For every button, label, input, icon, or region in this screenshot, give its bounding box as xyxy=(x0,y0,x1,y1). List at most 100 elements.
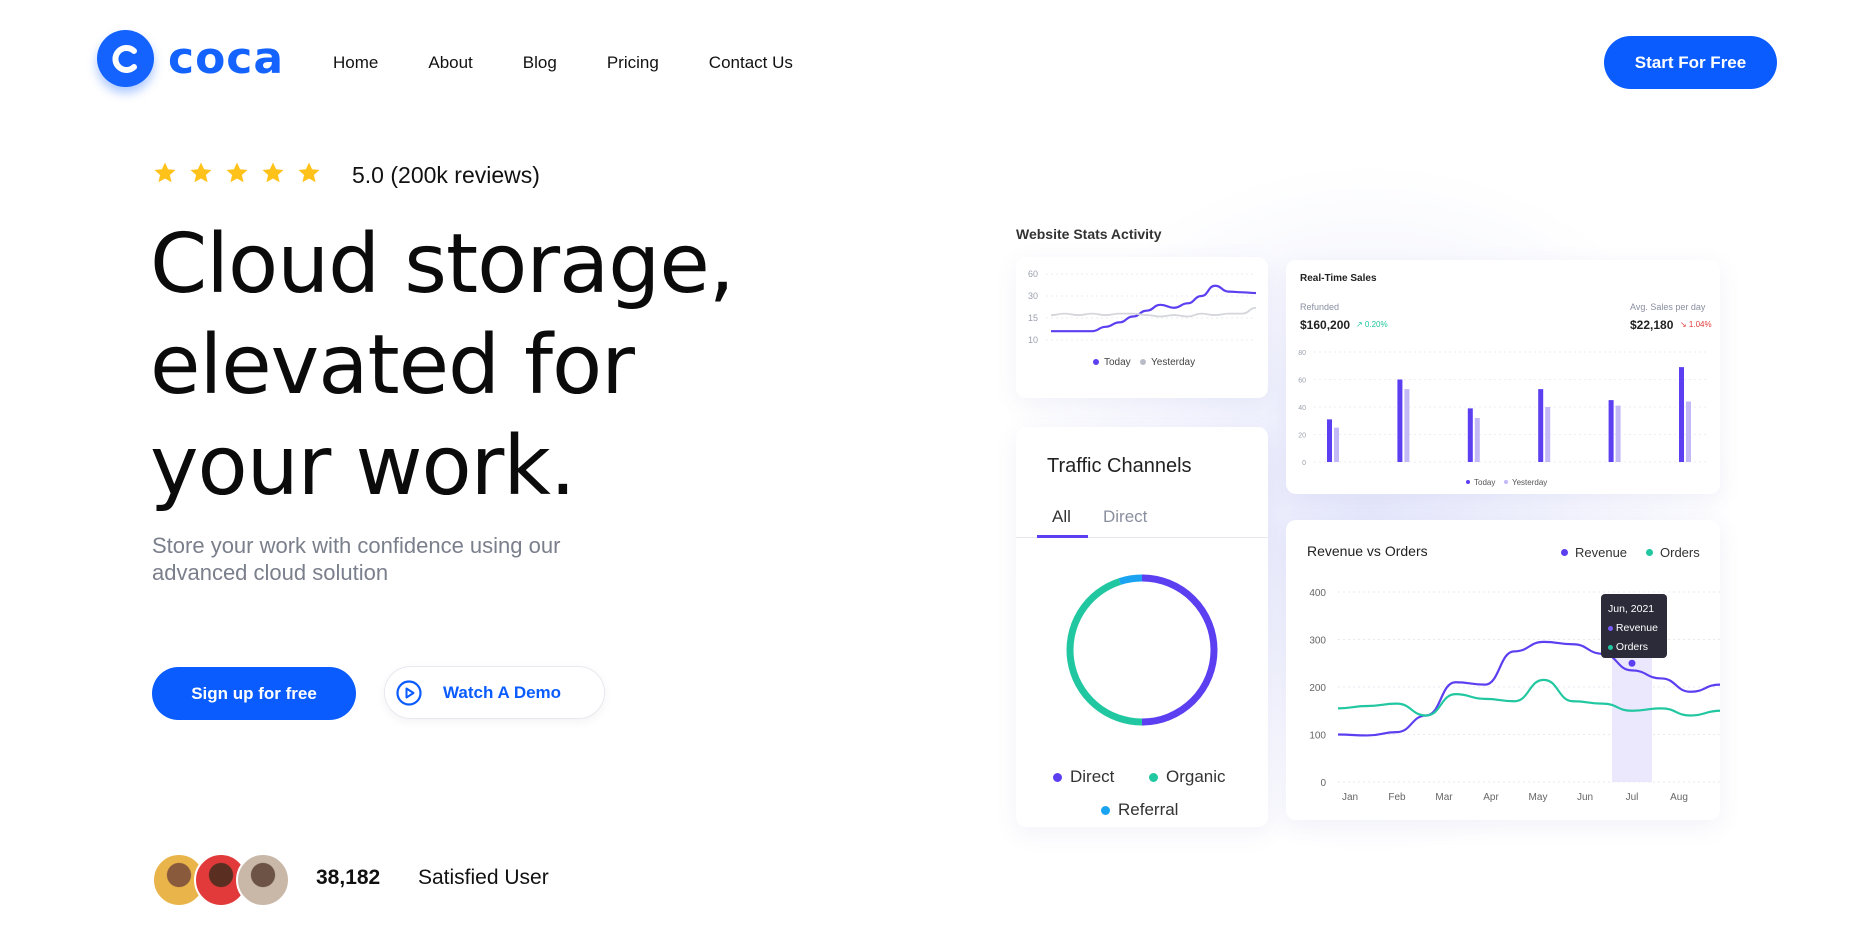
series-line-orders xyxy=(1337,678,1721,717)
legend-dot xyxy=(1504,480,1508,484)
x-tick-label: Aug xyxy=(1670,792,1688,803)
subtitle-line: advanced cloud solution xyxy=(152,560,389,585)
tab-active-indicator xyxy=(1037,535,1088,538)
tab-all[interactable]: All xyxy=(1052,507,1071,527)
star-icon xyxy=(190,162,212,183)
legend-label: Today xyxy=(1474,478,1495,487)
revenue-vs-orders-chart: 400 300 200 100 0 Jan Feb Mar Apr May Jun Jul Aug xyxy=(1309,588,1721,803)
legend-label: Organic xyxy=(1166,767,1226,786)
logo-mark-icon xyxy=(97,30,154,87)
tooltip-orders: Orders xyxy=(1608,638,1660,657)
star-icon xyxy=(154,162,176,183)
bar-yesterday xyxy=(1545,407,1551,462)
y-tick-label: 0 xyxy=(1302,460,1306,467)
traffic-donut-chart xyxy=(1066,574,1218,726)
x-tick-label: Mar xyxy=(1435,792,1453,803)
bar-yesterday xyxy=(1334,427,1339,462)
real-time-sales-card: 80 60 40 20 0 Today Yesterday xyxy=(1286,260,1720,494)
nav-about[interactable]: About xyxy=(428,53,472,73)
bar-yesterday xyxy=(1686,401,1691,462)
nav-home[interactable]: Home xyxy=(333,53,378,73)
users-label: Satisfied User xyxy=(418,866,549,889)
bar-today xyxy=(1608,400,1614,462)
avg-sales-label: Avg. Sales per day xyxy=(1630,302,1706,312)
x-tick-label: Apr xyxy=(1483,792,1499,803)
tab-direct[interactable]: Direct xyxy=(1103,507,1147,527)
y-tick-label: 30 xyxy=(1028,291,1038,301)
nav-pricing[interactable]: Pricing xyxy=(607,53,659,73)
star-icon xyxy=(226,162,248,183)
legend-orders: Orders xyxy=(1646,545,1700,560)
slice-organic xyxy=(1066,578,1143,726)
slice-referral xyxy=(1118,574,1143,585)
star-icon xyxy=(298,162,320,183)
logo-text: coca xyxy=(168,33,285,84)
traffic-channels-title: Traffic Channels xyxy=(1047,455,1192,477)
slice-direct xyxy=(1141,574,1218,726)
play-icon xyxy=(396,679,422,706)
y-tick-label: 15 xyxy=(1028,313,1038,323)
y-tick-label: 60 xyxy=(1028,269,1038,279)
star-icon xyxy=(262,162,284,183)
bar-yesterday xyxy=(1615,405,1621,462)
real-time-sales-title: Real-Time Sales xyxy=(1300,273,1377,284)
series-line-today xyxy=(1051,284,1257,333)
headline-line: Cloud storage, xyxy=(150,217,735,312)
rating-stars xyxy=(153,161,321,185)
headline-line: elevated for xyxy=(150,318,635,413)
headline-line: your work. xyxy=(150,419,576,514)
x-tick-label: Jul xyxy=(1626,792,1639,803)
x-tick-label: Jan xyxy=(1342,792,1358,803)
x-tick-label: Jun xyxy=(1577,792,1593,803)
legend-label: Orders xyxy=(1660,545,1700,560)
y-tick-label: 300 xyxy=(1309,636,1326,647)
legend-referral: Referral xyxy=(1101,800,1178,820)
y-tick-label: 0 xyxy=(1320,778,1326,789)
y-tick-label: 100 xyxy=(1309,731,1326,742)
chart-tooltip: Jun, 2021 Revenue Orders xyxy=(1601,594,1667,658)
x-tick-label: May xyxy=(1529,792,1548,803)
y-tick-label: 60 xyxy=(1298,378,1306,385)
legend-label: Yesterday xyxy=(1151,357,1195,368)
revenue-vs-orders-title: Revenue vs Orders xyxy=(1307,543,1428,559)
watch-demo-label: Watch A Demo xyxy=(443,682,562,702)
legend-label: Revenue xyxy=(1575,545,1628,560)
legend-label: Yesterday xyxy=(1512,478,1547,487)
user-avatars xyxy=(152,853,290,907)
nav-blog[interactable]: Blog xyxy=(523,53,557,73)
legend-dot xyxy=(1101,805,1110,815)
legend-dot xyxy=(1140,359,1146,365)
main-nav: Home About Blog Pricing Contact Us xyxy=(333,53,793,73)
watch-demo-button[interactable]: Watch A Demo xyxy=(384,666,605,719)
tooltip-date: Jun, 2021 xyxy=(1608,603,1655,615)
y-tick-label: 80 xyxy=(1298,350,1306,357)
users-count: 38,182 xyxy=(316,866,381,889)
y-tick-label: 400 xyxy=(1309,588,1326,599)
legend-label: Referral xyxy=(1118,800,1179,819)
legend-dot xyxy=(1561,549,1568,556)
legend-organic: Organic xyxy=(1149,767,1226,787)
legend-label: Direct xyxy=(1070,767,1115,786)
website-stats-chart: 60 30 15 10 Today Yesterday xyxy=(1028,269,1257,368)
tooltip-revenue: Revenue xyxy=(1608,619,1660,638)
legend-dot xyxy=(1466,480,1470,484)
sign-up-button[interactable]: Sign up for free xyxy=(152,667,356,720)
subtitle-line: Store your work with confidence using ou… xyxy=(152,533,561,558)
website-stats-card: 60 30 15 10 Today Yesterday xyxy=(1016,257,1268,398)
start-for-free-button[interactable]: Start For Free xyxy=(1604,36,1777,89)
refunded-label: Refunded xyxy=(1300,302,1340,312)
bar-today xyxy=(1327,419,1332,462)
y-tick-label: 40 xyxy=(1298,405,1306,412)
legend-dot xyxy=(1093,359,1099,365)
hero-subtitle: Store your work with confidence using ou… xyxy=(152,532,672,586)
revenue-vs-orders-card: 400 300 200 100 0 Jan Feb Mar Apr May Jun Jul Aug xyxy=(1286,520,1721,820)
logo[interactable]: coca xyxy=(97,30,284,87)
nav-contact[interactable]: Contact Us xyxy=(709,53,793,73)
y-tick-label: 10 xyxy=(1028,335,1038,345)
refunded-change: ↗ 0.20% xyxy=(1356,320,1388,329)
bar-today xyxy=(1679,367,1684,462)
bar-today xyxy=(1397,379,1403,462)
rating-text: 5.0 (200k reviews) xyxy=(352,162,540,188)
legend-dot xyxy=(1149,772,1158,782)
legend-dot xyxy=(1646,549,1653,556)
